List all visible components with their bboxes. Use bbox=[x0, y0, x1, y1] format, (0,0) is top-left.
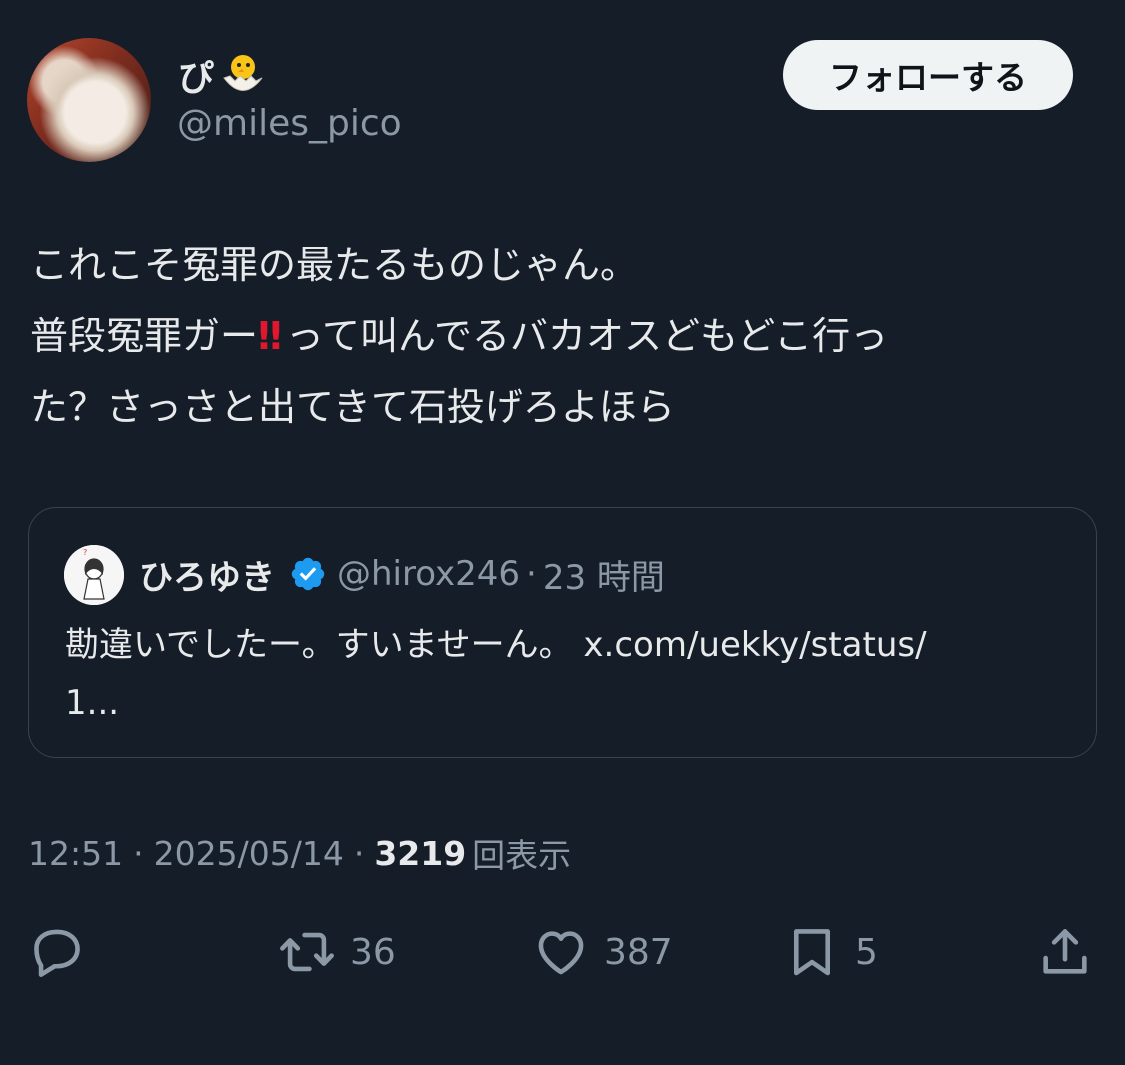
double-exclamation-icon: ‼ bbox=[258, 314, 282, 358]
tweet-meta: 12:51 · 2025/05/14 · 3219 回表示 bbox=[28, 830, 571, 876]
tweet-line-2-rest: って叫んでるバカオスどもどこ行っ bbox=[285, 314, 889, 358]
reply-button[interactable] bbox=[28, 922, 100, 982]
views-count[interactable]: 3219 bbox=[374, 834, 466, 873]
author-avatar[interactable] bbox=[27, 38, 151, 162]
like-button[interactable]: 387 bbox=[532, 922, 673, 982]
quote-author-avatar[interactable]: ? bbox=[64, 545, 124, 605]
bookmark-icon bbox=[793, 929, 831, 976]
like-count: 387 bbox=[604, 931, 673, 973]
retweet-icon bbox=[280, 932, 334, 972]
quote-timestamp[interactable]: 23 時間 bbox=[543, 550, 665, 599]
quote-tweet-card[interactable]: ? ひろゆき @hirox246 · 23 時間 勘違いでしたー。すいませーん。… bbox=[28, 507, 1097, 758]
tweet-line-3: た？さっさと出てきて石投げろよほら bbox=[30, 385, 675, 429]
views-label: 回表示 bbox=[472, 836, 572, 875]
tweet-text: これこそ冤罪の最たるものじゃん。 普段冤罪ガー‼ って叫んでるバカオスどもどこ行っ… bbox=[30, 230, 1100, 443]
retweet-button[interactable]: 36 bbox=[278, 922, 396, 982]
tweet-line-1: これこそ冤罪の最たるものじゃん。 bbox=[30, 243, 639, 287]
quote-author-handle[interactable]: @hirox246 bbox=[337, 554, 520, 594]
hatching-chick-icon bbox=[223, 55, 263, 91]
quote-author-name[interactable]: ひろゆき bbox=[139, 550, 275, 599]
follow-button[interactable]: フォローする bbox=[783, 40, 1073, 110]
heart-icon bbox=[538, 931, 584, 975]
author-display-name[interactable]: ぴ bbox=[178, 50, 268, 100]
bookmark-button[interactable]: 5 bbox=[783, 922, 878, 982]
display-name-text: ぴ bbox=[178, 58, 215, 99]
svg-text:?: ? bbox=[83, 548, 87, 557]
quote-text: 勘違いでしたー。すいませーん。 x.com/uekky/status/ 1... bbox=[65, 616, 1065, 732]
retweet-count: 36 bbox=[350, 931, 396, 973]
share-button[interactable] bbox=[1036, 922, 1094, 982]
quote-header: ひろゆき @hirox246 · 23 時間 bbox=[139, 548, 665, 600]
tweet-date[interactable]: 2025/05/14 bbox=[154, 834, 344, 873]
quote-text-line-2: 1... bbox=[65, 683, 120, 723]
reply-icon bbox=[34, 929, 80, 978]
bookmark-count: 5 bbox=[855, 931, 878, 973]
tweet-line-2-text: 普段冤罪ガー bbox=[30, 314, 259, 358]
author-handle[interactable]: @miles_pico bbox=[177, 103, 402, 144]
meta-separator: · bbox=[353, 833, 365, 873]
quote-separator: · bbox=[526, 554, 537, 594]
share-icon bbox=[1043, 929, 1087, 974]
meta-separator: · bbox=[133, 833, 144, 873]
avatar-drawing: ? bbox=[64, 545, 124, 605]
quote-text-line-1: 勘違いでしたー。すいませーん。 x.com/uekky/status/ bbox=[65, 625, 927, 665]
tweet-line-2: 普段冤罪ガー‼ って叫んでるバカオスどもどこ行っ bbox=[30, 301, 1100, 372]
tweet-time[interactable]: 12:51 bbox=[28, 834, 123, 873]
verified-badge-icon bbox=[291, 557, 325, 591]
